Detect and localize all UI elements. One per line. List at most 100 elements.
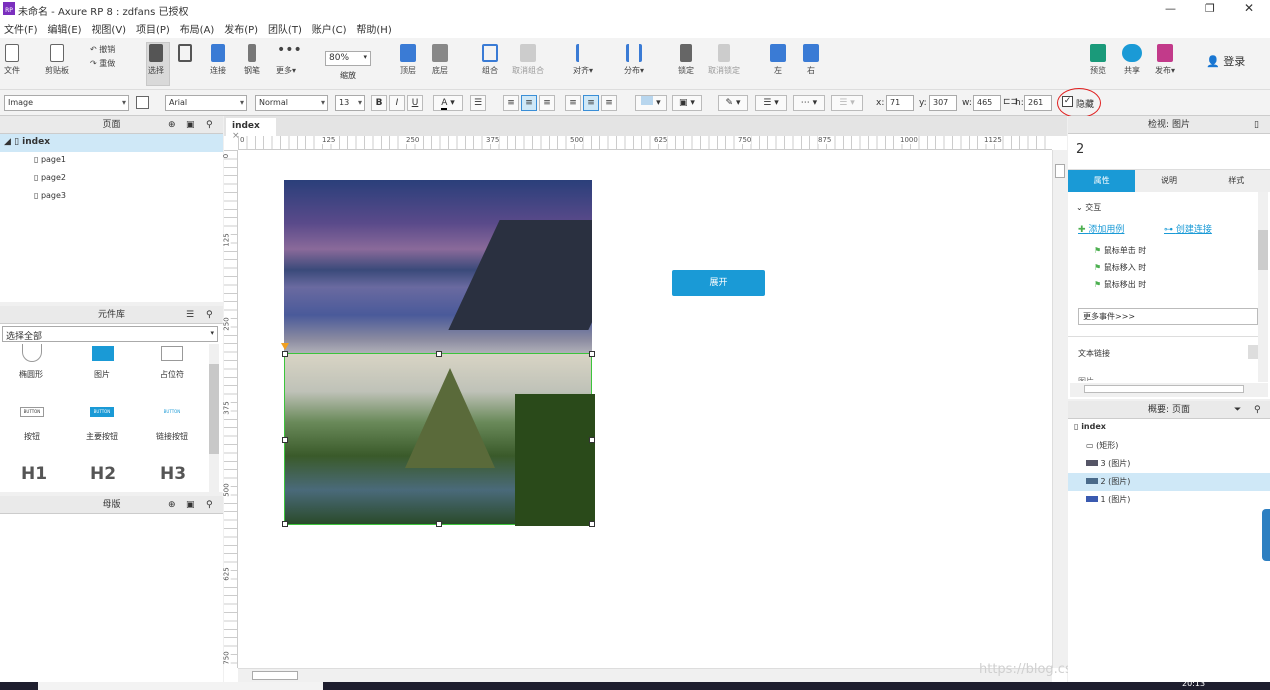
right-button[interactable]: 右	[803, 44, 819, 76]
tab-properties[interactable]: 属性	[1068, 170, 1136, 192]
more-button[interactable]: ••• 更多▾	[276, 43, 302, 76]
event-item[interactable]: ⚑ 鼠标移入 时	[1094, 262, 1146, 273]
shadow-button[interactable]: ▣ ▾	[672, 95, 702, 111]
h-input[interactable]: 261	[1024, 95, 1052, 111]
undo-button[interactable]: ↶ 撤销	[90, 44, 115, 55]
pen-button[interactable]: 钢笔	[244, 44, 260, 76]
valign-middle-button[interactable]: ≡	[583, 95, 599, 111]
create-link[interactable]: ⊶ 创建连接	[1164, 222, 1212, 235]
font-select[interactable]: Arial	[165, 95, 247, 111]
h2-widget[interactable]: H2	[90, 464, 116, 484]
text-link-toggle[interactable]	[1248, 345, 1258, 359]
selection-handle[interactable]	[436, 521, 442, 527]
add-folder-icon[interactable]: ▣	[186, 496, 195, 514]
h1-widget[interactable]: H1	[21, 464, 47, 484]
filter-icon[interactable]: ⏷	[1234, 401, 1241, 419]
event-item[interactable]: ⚑ 鼠标单击 时	[1094, 245, 1146, 256]
page-index[interactable]: ◢ ▯ index	[0, 134, 223, 152]
canvas-horizontal-scrollbar[interactable]	[238, 668, 1052, 682]
align-left-text-button[interactable]: ≡	[503, 95, 519, 111]
tab-notes[interactable]: 说明	[1135, 170, 1202, 192]
minimize-icon[interactable]: —	[1165, 2, 1176, 15]
library-scroll-thumb[interactable]	[209, 364, 219, 454]
link-button-widget[interactable]: 链接按钮	[156, 431, 188, 442]
arrow-style-button[interactable]: ☰ ▾	[831, 95, 863, 111]
menu-help[interactable]: 帮助(H)	[356, 18, 391, 36]
inspector-h-scrollbar[interactable]	[1070, 383, 1268, 397]
style-edit-icon[interactable]	[136, 96, 149, 109]
h3-widget[interactable]: H3	[160, 464, 186, 484]
text-link-section[interactable]: 文本链接	[1078, 348, 1110, 359]
notes-icon[interactable]: ▯	[1254, 116, 1259, 134]
share-button[interactable]: 共享	[1122, 44, 1142, 76]
add-page-icon[interactable]: ⊕	[168, 116, 176, 134]
primary-button-widget[interactable]: 主要按钮	[86, 431, 118, 442]
selection-handle[interactable]	[436, 351, 442, 357]
add-folder-icon[interactable]: ▣	[186, 116, 195, 134]
page-item[interactable]: ▯ page3	[0, 188, 223, 206]
restore-icon[interactable]: ❐	[1205, 2, 1215, 15]
line-color-button[interactable]: ✎ ▾	[718, 95, 748, 111]
lock-button[interactable]: 锁定	[678, 44, 694, 76]
corner-marker-icon[interactable]	[281, 343, 289, 350]
preview-button[interactable]: 预览	[1090, 44, 1106, 76]
redo-button[interactable]: ↷ 重做	[90, 58, 115, 69]
button-widget[interactable]: 按钮	[24, 431, 40, 442]
selection-handle[interactable]	[282, 351, 288, 357]
widget-type-select[interactable]: Image	[4, 95, 129, 111]
vertical-scroll-thumb[interactable]	[1055, 164, 1065, 178]
clipboard-button[interactable]: 剪贴板	[45, 44, 69, 76]
inspector-scrollbar[interactable]	[1258, 192, 1268, 382]
menu-icon[interactable]: ☰	[186, 306, 194, 324]
underline-button[interactable]: U	[407, 95, 423, 111]
line-style-button[interactable]: ⋯ ▾	[793, 95, 825, 111]
close-icon[interactable]: ✕	[1244, 1, 1254, 15]
align-center-text-button[interactable]: ≡	[521, 95, 537, 111]
placeholder-widget[interactable]: 占位符	[160, 369, 184, 380]
search-icon[interactable]: ⚲	[1254, 401, 1261, 419]
tab-index[interactable]: index ×	[226, 118, 276, 141]
valign-bottom-button[interactable]: ≡	[601, 95, 617, 111]
bring-top-button[interactable]: 顶层	[400, 44, 416, 76]
send-bottom-button[interactable]: 底层	[432, 44, 448, 76]
ellipse-widget[interactable]: 椭圆形	[19, 369, 43, 380]
add-case-link[interactable]: ✚ 添加用例	[1078, 222, 1124, 235]
outline-item-selected[interactable]: 2 (图片)	[1068, 473, 1270, 491]
tab-style[interactable]: 样式	[1203, 170, 1270, 192]
menu-publish[interactable]: 发布(P)	[224, 18, 258, 36]
group-button[interactable]: 组合	[482, 44, 498, 76]
search-icon[interactable]: ⚲	[206, 496, 213, 514]
font-color-button[interactable]: A ▾	[433, 95, 463, 111]
y-input[interactable]: 307	[929, 95, 957, 111]
selection-handle[interactable]	[589, 521, 595, 527]
menu-project[interactable]: 项目(P)	[136, 18, 170, 36]
more-events-select[interactable]: 更多事件>>>	[1078, 308, 1258, 325]
connect-tool[interactable]	[178, 44, 192, 74]
menu-team[interactable]: 团队(T)	[268, 18, 302, 36]
menu-layout[interactable]: 布局(A)	[180, 18, 215, 36]
select-button[interactable]: 选择	[148, 44, 164, 76]
horizontal-scroll-thumb[interactable]	[252, 671, 298, 680]
image-widget[interactable]: 图片	[94, 369, 110, 380]
selection-handle[interactable]	[589, 351, 595, 357]
search-icon[interactable]: ⚲	[206, 306, 213, 324]
menu-file[interactable]: 文件(F)	[4, 18, 38, 36]
add-master-icon[interactable]: ⊕	[168, 496, 176, 514]
library-select[interactable]: 选择全部 ▾	[2, 326, 218, 342]
image-green-mountain[interactable]	[281, 343, 595, 527]
ungroup-button[interactable]: 取消组合	[512, 44, 544, 76]
menu-edit[interactable]: 编辑(E)	[47, 18, 81, 36]
font-style-select[interactable]: Normal	[255, 95, 328, 111]
widget-name-field[interactable]: 2	[1068, 134, 1270, 170]
menu-view[interactable]: 视图(V)	[91, 18, 126, 36]
library-scrollbar[interactable]	[209, 344, 219, 492]
outline-root[interactable]: ▯ index	[1068, 419, 1270, 437]
align-button[interactable]: 对齐▾	[573, 44, 593, 76]
side-tab-handle[interactable]	[1262, 509, 1270, 561]
w-input[interactable]: 465	[973, 95, 1001, 111]
line-width-button[interactable]: ☰ ▾	[755, 95, 787, 111]
event-item[interactable]: ⚑ 鼠标移出 时	[1094, 279, 1146, 290]
page-item[interactable]: ▯ page1	[0, 152, 223, 170]
valign-top-button[interactable]: ≡	[565, 95, 581, 111]
search-icon[interactable]: ⚲	[206, 116, 213, 134]
